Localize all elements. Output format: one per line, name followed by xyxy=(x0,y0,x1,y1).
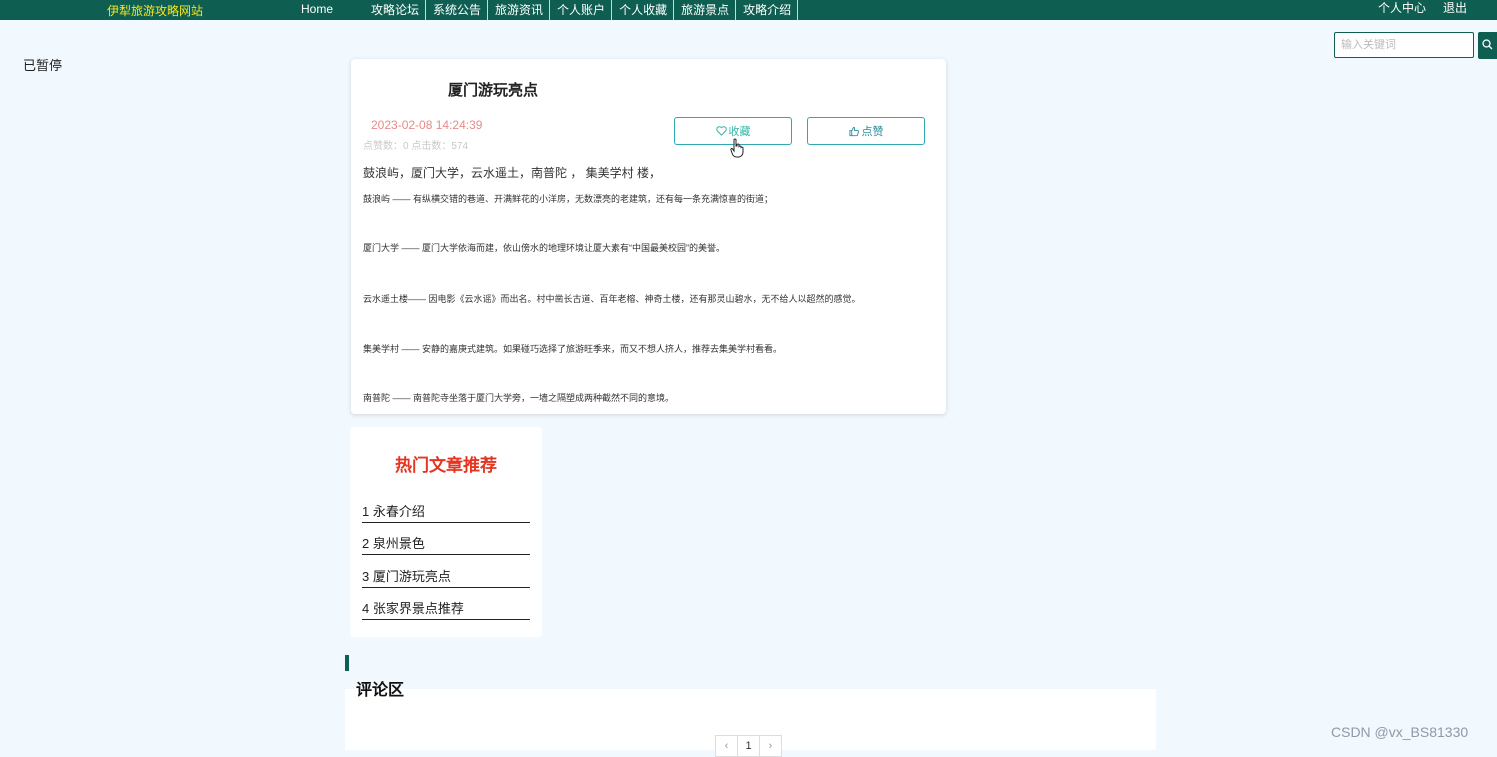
nav-item-favorites[interactable]: 个人收藏 xyxy=(612,0,675,20)
prev-page-button[interactable]: ‹ xyxy=(715,735,738,757)
hot-article-link[interactable]: 2 泉州景色 xyxy=(362,535,530,555)
watermark-text: CSDN @vx_BS81330 xyxy=(1331,724,1469,740)
nav-item-forum[interactable]: 攻略论坛 xyxy=(364,0,427,20)
hot-article-link[interactable]: 3 厦门游玩亮点 xyxy=(362,568,530,588)
hot-article-link[interactable]: 4 张家界景点推荐 xyxy=(362,600,530,620)
nav-home-link[interactable]: Home xyxy=(301,2,333,16)
hot-articles-panel: 热门文章推荐 1 永春介绍 2 泉州景色 3 厦门游玩亮点 4 张家界景点推荐 xyxy=(350,427,542,637)
pagination: ‹ 1 › xyxy=(715,735,782,757)
section-marker xyxy=(345,655,349,671)
article-stats: 点赞数：0 点击数：574 xyxy=(363,141,469,152)
nav-item-scenic-spots[interactable]: 旅游景点 xyxy=(674,0,737,20)
heart-icon xyxy=(715,126,727,136)
like-label: 点赞 xyxy=(861,126,884,138)
nav-item-account[interactable]: 个人账户 xyxy=(550,0,613,20)
page-number-button[interactable]: 1 xyxy=(737,735,760,757)
article-title: 厦门游玩亮点 xyxy=(448,82,539,99)
top-nav-bar: 伊犁旅游攻略网站 Home 攻略论坛 系统公告 旅游资讯 个人账户 个人收藏 旅… xyxy=(0,0,1497,20)
nav-menu: 攻略论坛 系统公告 旅游资讯 个人账户 个人收藏 旅游景点 攻略介绍 xyxy=(364,0,799,20)
hot-articles-title: 热门文章推荐 xyxy=(395,456,497,475)
article-date: 2023-02-08 14:24:39 xyxy=(371,118,483,132)
site-brand[interactable]: 伊犁旅游攻略网站 xyxy=(107,2,203,19)
nav-item-announcements[interactable]: 系统公告 xyxy=(426,0,489,20)
search-icon xyxy=(1482,39,1493,50)
like-button[interactable]: 点赞 xyxy=(807,117,925,145)
hand-cursor-icon xyxy=(730,138,744,158)
nav-item-guides[interactable]: 攻略介绍 xyxy=(736,0,799,20)
user-links: 个人中心 退出 xyxy=(1378,0,1467,20)
article-paragraph: 南普陀 —— 南普陀寺坐落于厦门大学旁，一墙之隔塑成两种截然不同的意境。 xyxy=(363,393,675,403)
favorite-label: 收藏 xyxy=(728,126,751,138)
thumb-up-icon xyxy=(848,126,859,136)
search-button[interactable] xyxy=(1478,32,1497,59)
comments-title: 评论区 xyxy=(356,682,405,699)
article-paragraph: 云水遥土楼—— 因电影《云水谣》而出名。村中凿长古道、百年老榕、神奇土楼，还有那… xyxy=(363,294,861,304)
nav-item-travel-news[interactable]: 旅游资讯 xyxy=(488,0,551,20)
hot-article-link[interactable]: 1 永春介绍 xyxy=(362,503,530,523)
next-page-button[interactable]: › xyxy=(759,735,782,757)
article-paragraph: 鼓浪屿 —— 有纵横交错的巷道、开满鲜花的小洋房，无数漂亮的老建筑，还有每一条充… xyxy=(363,194,774,204)
article-card: 厦门游玩亮点 2023-02-08 14:24:39 点赞数：0 点击数：574… xyxy=(351,59,946,414)
marquee-status-text: 已暂停 xyxy=(23,58,63,73)
article-paragraph: 厦门大学 —— 厦门大学依海而建，依山傍水的地理环境让厦大素有“中国最美校园”的… xyxy=(363,243,725,253)
logout-link[interactable]: 退出 xyxy=(1443,0,1467,20)
search-input[interactable] xyxy=(1334,32,1474,58)
user-center-link[interactable]: 个人中心 xyxy=(1378,0,1426,20)
article-intro: 鼓浪屿，厦门大学，云水遥土，南普陀 ， 集美学村 楼， xyxy=(363,166,662,180)
article-paragraph: 集美学村 —— 安静的嘉庚式建筑。如果碰巧选择了旅游旺季来，而又不想人挤人，推荐… xyxy=(363,344,783,354)
